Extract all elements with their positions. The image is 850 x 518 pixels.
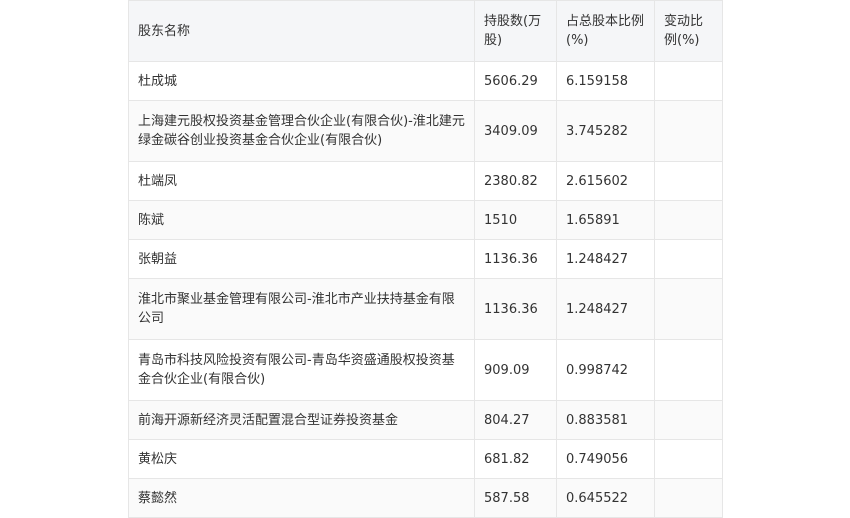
table-row: 蔡懿然 587.58 0.645522 xyxy=(128,478,723,518)
cell-shares: 5606.29 xyxy=(474,61,557,101)
cell-shareholder-name: 杜端凤 xyxy=(128,161,475,201)
table-row: 淮北市聚业基金管理有限公司-淮北市产业扶持基金有限公司 1136.36 1.24… xyxy=(128,278,723,340)
cell-change xyxy=(654,439,723,479)
cell-shares: 804.27 xyxy=(474,400,557,440)
table-row: 杜成城 5606.29 6.159158 xyxy=(128,61,723,101)
cell-change xyxy=(654,161,723,201)
shareholder-table-container: 股东名称 持股数(万股) 占总股本比例(%) 变动比例(%) 杜成城 5606.… xyxy=(128,0,723,518)
cell-shareholder-name: 杜成城 xyxy=(128,61,475,101)
header-shareholder-name: 股东名称 xyxy=(128,0,475,62)
cell-shareholder-name: 张朝益 xyxy=(128,239,475,279)
cell-change xyxy=(654,100,723,162)
cell-shareholder-name: 蔡懿然 xyxy=(128,478,475,518)
cell-shareholder-name: 陈斌 xyxy=(128,200,475,240)
cell-ratio: 2.615602 xyxy=(556,161,655,201)
table-row: 陈斌 1510 1.65891 xyxy=(128,200,723,240)
header-change: 变动比例(%) xyxy=(654,0,723,62)
cell-change xyxy=(654,278,723,340)
cell-shares: 681.82 xyxy=(474,439,557,479)
cell-change xyxy=(654,61,723,101)
cell-shares: 1136.36 xyxy=(474,278,557,340)
cell-shares: 1510 xyxy=(474,200,557,240)
cell-ratio: 0.998742 xyxy=(556,339,655,401)
header-row: 股东名称 持股数(万股) 占总股本比例(%) 变动比例(%) xyxy=(128,0,723,62)
cell-shareholder-name: 上海建元股权投资基金管理合伙企业(有限合伙)-淮北建元绿金碳谷创业投资基金合伙企… xyxy=(128,100,475,162)
cell-shares: 3409.09 xyxy=(474,100,557,162)
cell-ratio: 1.248427 xyxy=(556,278,655,340)
cell-change xyxy=(654,400,723,440)
header-ratio: 占总股本比例(%) xyxy=(556,0,655,62)
cell-change xyxy=(654,200,723,240)
table-body: 杜成城 5606.29 6.159158 上海建元股权投资基金管理合伙企业(有限… xyxy=(128,61,723,518)
cell-ratio: 0.645522 xyxy=(556,478,655,518)
table-row: 杜端凤 2380.82 2.615602 xyxy=(128,161,723,201)
cell-shares: 2380.82 xyxy=(474,161,557,201)
cell-change xyxy=(654,339,723,401)
table-row: 前海开源新经济灵活配置混合型证券投资基金 804.27 0.883581 xyxy=(128,400,723,440)
cell-shares: 1136.36 xyxy=(474,239,557,279)
cell-shareholder-name: 黄松庆 xyxy=(128,439,475,479)
cell-change xyxy=(654,239,723,279)
cell-ratio: 1.248427 xyxy=(556,239,655,279)
table-row: 张朝益 1136.36 1.248427 xyxy=(128,239,723,279)
cell-shareholder-name: 淮北市聚业基金管理有限公司-淮北市产业扶持基金有限公司 xyxy=(128,278,475,340)
cell-ratio: 1.65891 xyxy=(556,200,655,240)
table-row: 黄松庆 681.82 0.749056 xyxy=(128,439,723,479)
cell-shares: 909.09 xyxy=(474,339,557,401)
table-row: 青岛市科技风险投资有限公司-青岛华资盛通股权投资基金合伙企业(有限合伙) 909… xyxy=(128,339,723,401)
cell-shareholder-name: 青岛市科技风险投资有限公司-青岛华资盛通股权投资基金合伙企业(有限合伙) xyxy=(128,339,475,401)
cell-shares: 587.58 xyxy=(474,478,557,518)
cell-ratio: 0.749056 xyxy=(556,439,655,479)
cell-shareholder-name: 前海开源新经济灵活配置混合型证券投资基金 xyxy=(128,400,475,440)
table-row: 上海建元股权投资基金管理合伙企业(有限合伙)-淮北建元绿金碳谷创业投资基金合伙企… xyxy=(128,100,723,162)
cell-ratio: 3.745282 xyxy=(556,100,655,162)
header-shares: 持股数(万股) xyxy=(474,0,557,62)
cell-ratio: 0.883581 xyxy=(556,400,655,440)
cell-ratio: 6.159158 xyxy=(556,61,655,101)
cell-change xyxy=(654,478,723,518)
table-header: 股东名称 持股数(万股) 占总股本比例(%) 变动比例(%) xyxy=(128,0,723,62)
shareholder-table: 股东名称 持股数(万股) 占总股本比例(%) 变动比例(%) 杜成城 5606.… xyxy=(128,0,723,518)
